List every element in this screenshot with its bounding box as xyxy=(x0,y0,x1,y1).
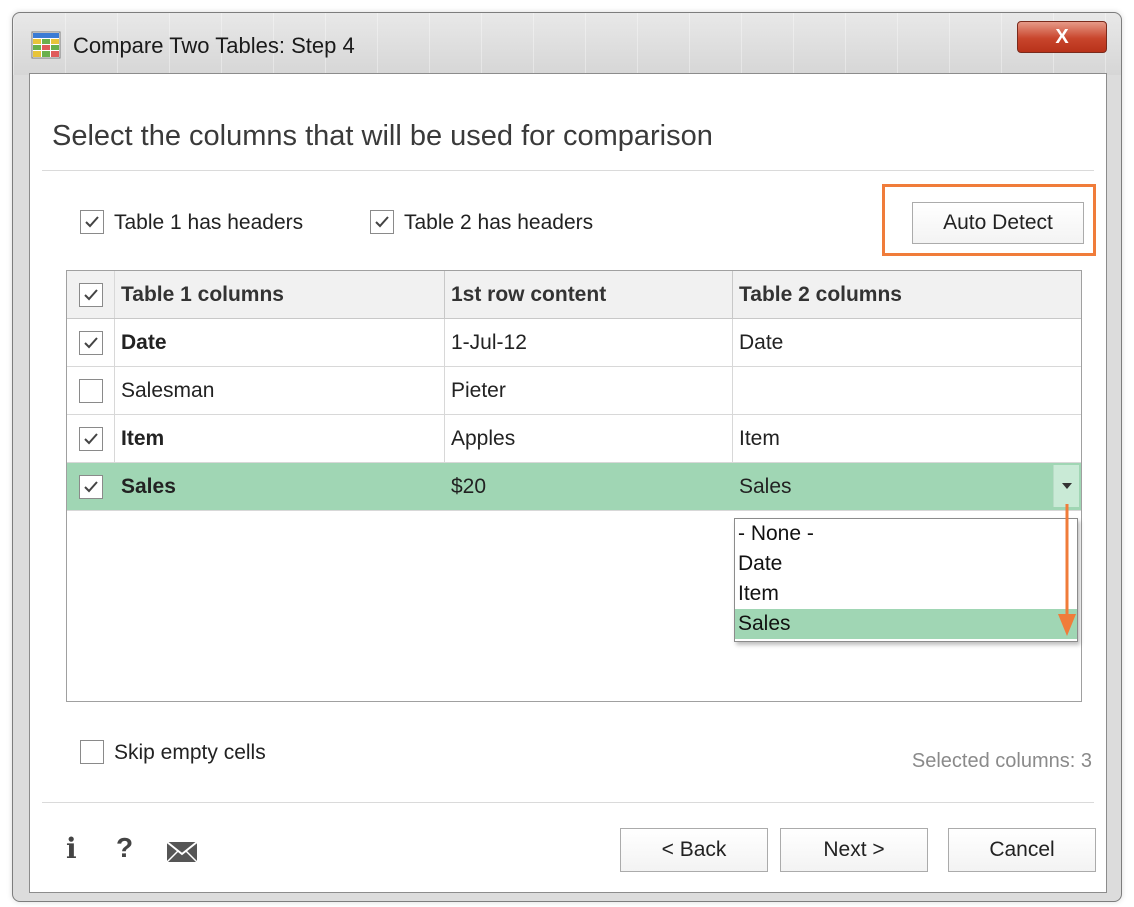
checkmark-icon xyxy=(83,432,98,444)
table2-headers-label: Table 2 has headers xyxy=(404,211,594,234)
row-checkbox-cell xyxy=(67,415,115,462)
next-button[interactable]: Next > xyxy=(780,828,928,872)
skip-empty-checkbox[interactable] xyxy=(80,740,104,764)
header-table1-columns[interactable]: Table 1 columns xyxy=(115,271,445,318)
close-icon: X xyxy=(1055,25,1069,48)
cancel-button[interactable]: Cancel xyxy=(948,828,1096,872)
table2-headers-checkbox[interactable] xyxy=(370,210,394,234)
annotation-arrow-icon xyxy=(1058,504,1076,636)
table-row[interactable]: Salesman Pieter xyxy=(67,367,1081,415)
header-first-row-content[interactable]: 1st row content xyxy=(445,271,733,318)
step-heading: Select the columns that will be used for… xyxy=(52,120,713,152)
table1-headers-checkbox[interactable] xyxy=(80,210,104,234)
row-checkbox[interactable] xyxy=(78,378,103,403)
back-button[interactable]: < Back xyxy=(620,828,768,872)
footer-divider xyxy=(42,802,1094,803)
table1-column-cell: Item xyxy=(115,415,445,462)
skip-empty-label: Skip empty cells xyxy=(114,741,266,764)
table1-column-cell: Sales xyxy=(115,463,445,510)
chevron-down-icon xyxy=(1061,483,1072,489)
select-all-checkbox[interactable] xyxy=(78,282,103,307)
window-title: Compare Two Tables: Step 4 xyxy=(73,33,355,58)
mail-icon[interactable] xyxy=(166,840,198,864)
content-cell: Apples xyxy=(445,415,733,462)
titlebar: Compare Two Tables: Step 4 X xyxy=(13,13,1121,75)
dialog-window: Compare Two Tables: Step 4 X Select the … xyxy=(12,12,1122,902)
close-button[interactable]: X xyxy=(1017,21,1107,53)
table-row[interactable]: Date 1-Jul-12 Date xyxy=(67,319,1081,367)
dropdown-option[interactable]: - None - xyxy=(735,519,1077,549)
row-checkbox-cell xyxy=(67,463,115,510)
content-cell: Pieter xyxy=(445,367,733,414)
selected-columns-status: Selected columns: 3 xyxy=(911,750,1092,772)
help-icon[interactable]: ? xyxy=(116,832,133,864)
header-table2-columns[interactable]: Table 2 columns xyxy=(733,271,1081,318)
content-cell: 1-Jul-12 xyxy=(445,319,733,366)
table1-headers-label: Table 1 has headers xyxy=(114,211,304,234)
checkmark-icon xyxy=(83,480,98,492)
table1-column-cell: Date xyxy=(115,319,445,366)
checkmark-icon xyxy=(85,216,99,228)
table1-column-cell: Salesman xyxy=(115,367,445,414)
auto-detect-button[interactable]: Auto Detect xyxy=(912,202,1084,244)
heading-divider xyxy=(42,170,1094,171)
dropdown-option[interactable]: Item xyxy=(735,579,1077,609)
grid-header-row: Table 1 columns 1st row content Table 2 … xyxy=(67,271,1081,319)
table-row-selected[interactable]: Sales $20 Sales xyxy=(67,463,1081,511)
table2-column-cell[interactable]: Item xyxy=(733,415,1081,462)
header-checkbox-cell xyxy=(67,271,115,318)
table2-columns-dropdown: - None - Date Item Sales xyxy=(734,518,1078,642)
checkmark-icon xyxy=(375,216,389,228)
row-checkbox[interactable] xyxy=(78,426,103,451)
table2-column-cell[interactable] xyxy=(733,367,1081,414)
dropdown-option[interactable]: Date xyxy=(735,549,1077,579)
row-checkbox[interactable] xyxy=(78,330,103,355)
content-cell: $20 xyxy=(445,463,733,510)
dropdown-option-selected[interactable]: Sales xyxy=(735,609,1077,639)
row-checkbox-cell xyxy=(67,319,115,366)
table-row[interactable]: Item Apples Item xyxy=(67,415,1081,463)
table2-column-combobox[interactable]: Sales xyxy=(733,463,1081,510)
dropdown-arrow-button[interactable] xyxy=(1053,465,1079,507)
app-icon xyxy=(31,31,61,59)
checkmark-icon xyxy=(83,288,98,300)
combobox-value: Sales xyxy=(739,474,792,498)
dialog-content: Select the columns that will be used for… xyxy=(29,73,1107,893)
row-checkbox-cell xyxy=(67,367,115,414)
row-checkbox[interactable] xyxy=(78,474,103,499)
table2-column-cell[interactable]: Date xyxy=(733,319,1081,366)
info-icon[interactable]: i xyxy=(66,832,77,865)
checkmark-icon xyxy=(83,336,98,348)
